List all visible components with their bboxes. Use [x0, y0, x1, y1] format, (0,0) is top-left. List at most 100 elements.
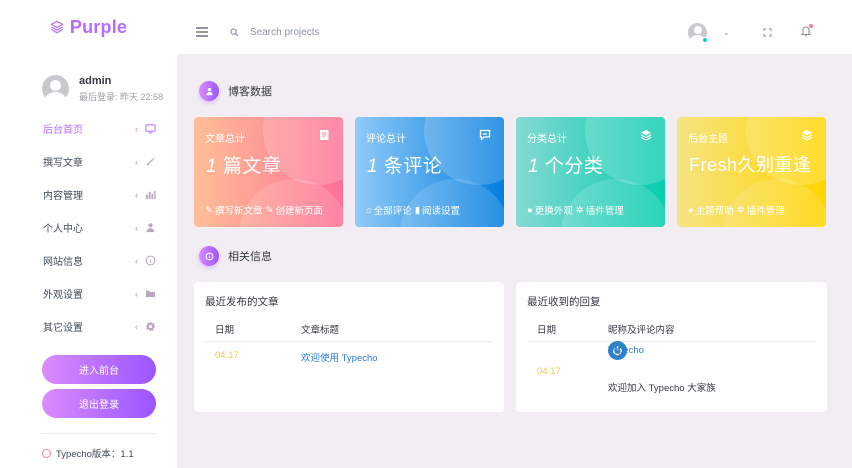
reply-date: 04.17: [537, 366, 561, 377]
chevron-down-icon[interactable]: ⌄: [723, 28, 730, 37]
sidebar-item-label: 网站信息: [43, 257, 83, 268]
reply-content: 欢迎加入 Typecho 大家族: [608, 383, 716, 394]
layers-icon: [50, 20, 64, 34]
column-header: 日期: [537, 325, 557, 336]
recent-posts-panel: 最近发布的文章 日期 文章标题 04.17 欢迎使用 Typecho: [194, 282, 504, 412]
document-icon: [320, 130, 329, 140]
info-icon: [145, 255, 156, 266]
sidebar-item-content[interactable]: 内容管理 ‹: [0, 178, 177, 211]
card-links: ✎ 撰写新文章 ✎ 创建新页面: [205, 203, 323, 218]
sidebar-item-dashboard[interactable]: 后台首页 ‹: [0, 112, 177, 145]
gear-icon: ✲: [736, 204, 745, 216]
sidebar-item-profile[interactable]: 个人中心 ‹: [0, 211, 177, 244]
theme-help-link[interactable]: ● 主题帮助: [688, 203, 734, 218]
gear-icon: ✲: [575, 204, 584, 216]
table-header: 日期 昵称及评论内容: [527, 322, 816, 342]
layers-icon: [640, 130, 652, 141]
sidebar-item-other-settings[interactable]: 其它设置 ‹: [0, 310, 177, 343]
top-navbar: ⌄: [177, 0, 852, 54]
palette-icon: ●: [527, 204, 533, 216]
enter-frontend-button[interactable]: 进入前台: [42, 355, 156, 384]
sidebar-item-site-info[interactable]: 网站信息 ‹: [0, 244, 177, 277]
column-header: 文章标题: [301, 325, 340, 336]
chevron-left-icon: ‹: [135, 156, 138, 167]
chevron-left-icon: ‹: [135, 222, 138, 233]
section-blog-data: 博客数据: [199, 81, 272, 101]
chevron-left-icon: ‹: [135, 189, 138, 200]
plugin-manage-link[interactable]: ✲ 插件管理: [736, 203, 785, 218]
card-label: 文章总计: [205, 134, 245, 145]
comment-icon: [479, 129, 491, 141]
book-icon: ▮: [414, 204, 420, 216]
sidebar-item-label: 其它设置: [43, 323, 83, 334]
table-header: 日期 文章标题: [205, 322, 493, 342]
card-label: 分类总计: [527, 134, 567, 145]
reply-author-name: Typecho: [608, 344, 644, 356]
post-title-link[interactable]: 欢迎使用 Typecho: [301, 350, 378, 364]
write-post-link[interactable]: ✎ 撰写新文章: [205, 203, 262, 218]
brand-logo[interactable]: Purple: [0, 0, 177, 54]
pencil-icon: ✎: [205, 204, 213, 216]
section-title: 相关信息: [228, 251, 272, 263]
column-header: 日期: [215, 325, 235, 336]
home-icon: ⌂: [366, 204, 372, 216]
card-label: 后台主题: [688, 134, 728, 145]
sidebar-item-appearance[interactable]: 外观设置 ‹: [0, 277, 177, 310]
reading-settings-link[interactable]: ▮ 阅读设置: [414, 203, 460, 218]
card-value: Fresh久别重逢: [689, 155, 812, 175]
sidebar-item-write[interactable]: 撰写文章 ‹: [0, 145, 177, 178]
search-icon: [230, 28, 239, 37]
sidebar-item-label: 外观设置: [43, 290, 83, 301]
chevron-left-icon: ‹: [135, 321, 138, 332]
create-page-link[interactable]: ✎ 创建新页面: [265, 203, 322, 218]
profile-name: admin: [79, 74, 112, 87]
search-input[interactable]: [250, 27, 450, 38]
info-icon: [199, 246, 219, 266]
sidebar-divider: [42, 433, 156, 434]
card-label: 评论总计: [366, 134, 406, 145]
stat-card-theme: 后台主题 Fresh久别重逢 ● 主题帮助 ✲ 插件管理: [677, 117, 826, 227]
sidebar-nav: 后台首页 ‹ 撰写文章 ‹ 内容管理 ‹ 个人中心 ‹ 网站信息 ‹ 外观设置 …: [0, 112, 177, 343]
chevron-left-icon: ‹: [135, 288, 138, 299]
stat-card-categories: 分类总计 1 个分类 ● 更换外观 ✲ 插件管理: [516, 117, 665, 227]
card-links: ⌂ 全部评论 ▮ 阅读设置: [366, 203, 460, 218]
fullscreen-icon[interactable]: [763, 28, 772, 37]
user-icon: [199, 81, 219, 101]
sidebar-item-label: 撰写文章: [43, 158, 83, 169]
section-related-info: 相关信息: [199, 246, 272, 266]
card-links: ● 主题帮助 ✲ 插件管理: [688, 203, 785, 218]
sidebar-profile[interactable]: admin 最后登录: 昨天 22:58: [0, 54, 177, 112]
section-title: 博客数据: [228, 86, 272, 98]
panel-title: 最近收到的回复: [527, 296, 601, 308]
card-value: 1 个分类: [528, 156, 604, 177]
palette-icon: ●: [688, 204, 694, 216]
sidebar-item-label: 内容管理: [43, 191, 83, 202]
notifications-button[interactable]: [800, 24, 813, 37]
logout-button[interactable]: 退出登录: [42, 389, 156, 418]
version-info: Typecho版本：1.1: [42, 446, 134, 460]
user-icon: [145, 222, 156, 233]
monitor-icon: [145, 123, 156, 134]
post-date: 04.17: [215, 350, 239, 361]
plugin-manage-link[interactable]: ✲ 插件管理: [575, 203, 624, 218]
sidebar-item-label: 后台首页: [43, 125, 83, 136]
stat-card-comments: 评论总计 1 条评论 ⌂ 全部评论 ▮ 阅读设置: [355, 117, 504, 227]
all-comments-link[interactable]: ⌂ 全部评论: [366, 203, 412, 218]
version-text: Typecho版本：1.1: [56, 449, 134, 460]
panel-title: 最近发布的文章: [205, 296, 279, 308]
layers-icon: [801, 130, 813, 141]
status-ring-icon: [42, 448, 51, 458]
sidebar: Purple admin 最后登录: 昨天 22:58 后台首页 ‹ 撰写文章 …: [0, 0, 177, 468]
recent-replies-panel: 最近收到的回复 日期 昵称及评论内容 04.17 Typecho 欢迎加入 Ty…: [516, 282, 827, 412]
user-menu-avatar[interactable]: [688, 23, 708, 43]
brand-name: Purple: [69, 16, 128, 37]
menu-toggle-icon[interactable]: [196, 27, 208, 39]
sidebar-item-label: 个人中心: [43, 224, 83, 235]
stat-card-posts: 文章总计 1 篇文章 ✎ 撰写新文章 ✎ 创建新页面: [194, 117, 343, 227]
chevron-left-icon: ‹: [135, 123, 138, 134]
change-theme-link[interactable]: ● 更换外观: [527, 203, 573, 218]
chevron-left-icon: ‹: [135, 255, 138, 266]
folder-icon: [145, 288, 156, 299]
card-value: 1 条评论: [367, 156, 443, 177]
card-links: ● 更换外观 ✲ 插件管理: [527, 203, 624, 218]
